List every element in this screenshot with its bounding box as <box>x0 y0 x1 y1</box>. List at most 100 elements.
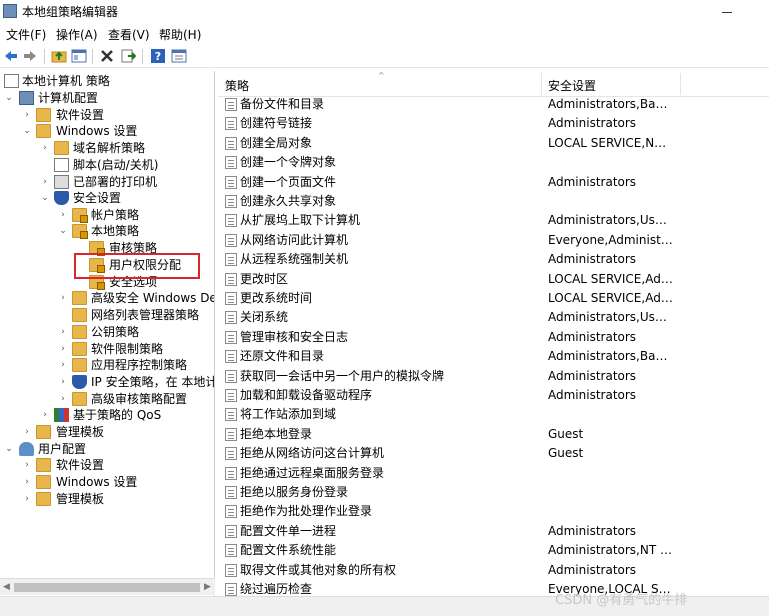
policy-row[interactable]: 创建永久共享对象 <box>218 192 769 211</box>
policy-row[interactable]: 拒绝作为批处理作业登录 <box>218 502 769 521</box>
policy-row[interactable]: 还原文件和目录 Administrators,Backup ... <box>218 347 769 366</box>
scrollbar-thumb[interactable] <box>14 583 200 592</box>
help-icon[interactable]: ? <box>150 48 166 64</box>
policy-row[interactable]: 加载和卸载设备驱动程序 Administrators <box>218 386 769 405</box>
policy-name: 从扩展坞上取下计算机 <box>240 213 361 228</box>
policy-row[interactable]: 配置文件系统性能 Administrators,NT SER... <box>218 541 769 560</box>
policy-name: 拒绝作为批处理作业登录 <box>240 504 373 519</box>
policy-row[interactable]: 更改时区 LOCAL SERVICE,Admini... <box>218 270 769 289</box>
policy-row[interactable]: 管理审核和安全日志 Administrators <box>218 328 769 347</box>
policy-doc-icon <box>4 74 19 88</box>
security-setting-value: Administrators <box>548 116 637 131</box>
security-setting-value: Administrators <box>548 562 637 577</box>
expand-arrow-icon[interactable]: › <box>40 141 50 155</box>
policy-item-icon <box>225 524 237 538</box>
collapse-arrow-icon[interactable]: ⌄ <box>4 91 14 105</box>
folder-icon <box>72 325 87 339</box>
expand-arrow-icon[interactable]: › <box>58 375 68 389</box>
policy-row[interactable]: 从网络访问此计算机 Everyone,Administrator... <box>218 231 769 250</box>
security-setting-value: Administrators <box>548 252 637 267</box>
expand-arrow-icon[interactable]: › <box>58 291 68 305</box>
policy-row[interactable]: 关闭系统 Administrators,Users,Ba... <box>218 308 769 327</box>
tree-label: 网络列表管理器策略 <box>91 308 200 322</box>
policy-item-icon <box>225 292 237 305</box>
collapse-arrow-icon[interactable]: ⌄ <box>22 124 32 138</box>
collapse-arrow-icon[interactable]: ⌄ <box>58 224 68 238</box>
menu-view[interactable]: 查看(V) <box>108 26 150 43</box>
policy-row[interactable]: 配置文件单一进程 Administrators <box>218 522 769 541</box>
delete-icon[interactable] <box>99 48 115 64</box>
policy-row[interactable]: 从远程系统强制关机 Administrators <box>218 250 769 269</box>
policy-row[interactable]: 拒绝以服务身份登录 <box>218 483 769 502</box>
expand-arrow-icon[interactable]: › <box>22 492 32 506</box>
export-icon[interactable] <box>120 48 137 64</box>
expand-arrow-icon[interactable]: › <box>22 475 32 489</box>
collapse-arrow-icon[interactable]: ⌄ <box>40 191 50 205</box>
policy-name: 将工作站添加到域 <box>240 407 337 422</box>
policy-item-icon <box>225 427 237 441</box>
column-divider[interactable] <box>541 73 542 95</box>
policy-item-icon <box>225 175 237 189</box>
tree-label: 公钥策略 <box>91 325 140 339</box>
policy-row[interactable]: 拒绝本地登录 Guest <box>218 425 769 444</box>
policy-row[interactable]: 创建符号链接 Administrators <box>218 114 769 133</box>
folder-icon <box>36 492 51 506</box>
scroll-left-arrow-icon[interactable]: ◀ <box>3 582 10 592</box>
folder-icon <box>36 124 51 138</box>
show-tree-icon[interactable] <box>71 48 87 64</box>
column-header-policy[interactable]: 策略 <box>225 77 249 94</box>
up-folder-icon[interactable] <box>51 48 67 64</box>
collapse-arrow-icon[interactable]: ⌄ <box>4 442 14 456</box>
expand-arrow-icon[interactable]: › <box>58 325 68 339</box>
expand-arrow-icon[interactable]: › <box>22 425 32 439</box>
expand-arrow-icon[interactable]: › <box>22 108 32 122</box>
policy-row[interactable]: 备份文件和目录 Administrators,Backup ... <box>218 95 769 114</box>
policy-row[interactable]: 更改系统时间 LOCAL SERVICE,Admini... <box>218 289 769 308</box>
expand-arrow-icon[interactable]: › <box>58 358 68 372</box>
tree-label: 管理模板 <box>56 492 105 506</box>
window-title: 本地组策略编辑器 <box>22 5 119 19</box>
security-setting-value: LOCAL SERVICE,Admini... <box>548 291 673 305</box>
menu-action[interactable]: 操作(A) <box>56 26 98 43</box>
policy-row[interactable]: 拒绝从网络访问这台计算机 Guest <box>218 444 769 463</box>
tree-label: 管理模板 <box>56 425 105 439</box>
policy-row[interactable]: 创建一个页面文件 Administrators <box>218 173 769 192</box>
expand-arrow-icon[interactable]: › <box>22 458 32 472</box>
folder-icon <box>36 108 51 122</box>
tree-label: 脚本(启动/关机) <box>73 158 159 172</box>
menu-file[interactable]: 文件(F) <box>6 26 46 43</box>
security-setting-value: LOCAL SERVICE,NETW... <box>548 135 673 150</box>
properties-icon[interactable] <box>171 48 187 64</box>
folder-icon <box>72 291 87 305</box>
watermark-text: CSDN @有勇气的牛排 <box>555 593 688 608</box>
policy-row[interactable]: 将工作站添加到域 <box>218 405 769 424</box>
policy-row[interactable]: 拒绝通过远程桌面服务登录 <box>218 464 769 483</box>
menu-help[interactable]: 帮助(H) <box>159 26 201 43</box>
expand-arrow-icon[interactable]: › <box>40 408 50 422</box>
scroll-right-arrow-icon[interactable]: ▶ <box>204 582 211 592</box>
minimize-button[interactable] <box>720 4 734 16</box>
column-header-setting[interactable]: 安全设置 <box>548 77 596 94</box>
expand-arrow-icon[interactable]: › <box>40 175 50 189</box>
policy-name: 拒绝以服务身份登录 <box>240 485 349 499</box>
security-setting-value: Guest <box>548 426 584 441</box>
forward-arrow-icon[interactable] <box>22 48 38 64</box>
policy-row[interactable]: 创建全局对象 LOCAL SERVICE,NETW... <box>218 134 769 153</box>
policy-name: 配置文件单一进程 <box>240 523 337 538</box>
toolbar: ? <box>0 44 769 68</box>
policy-row[interactable]: 取得文件或其他对象的所有权 Administrators <box>218 561 769 580</box>
policy-item-icon <box>225 330 237 344</box>
security-setting-value: Everyone,Administrator... <box>548 232 673 247</box>
tree-label: 软件限制策略 <box>91 342 164 356</box>
expand-arrow-icon[interactable]: › <box>58 208 68 222</box>
policy-row[interactable]: 从扩展坞上取下计算机 Administrators,Users <box>218 211 769 230</box>
tree-horizontal-scrollbar[interactable]: ◀ ▶ <box>0 578 215 595</box>
tree-label: 计算机配置 <box>38 91 99 105</box>
back-arrow-icon[interactable] <box>3 48 19 64</box>
expand-arrow-icon[interactable]: › <box>58 392 68 406</box>
column-divider[interactable] <box>680 73 681 95</box>
expand-arrow-icon[interactable]: › <box>58 342 68 356</box>
policy-row[interactable]: 获取同一会话中另一个用户的模拟令牌 Administrators <box>218 367 769 386</box>
policy-item-icon <box>225 136 237 150</box>
policy-row[interactable]: 创建一个令牌对象 <box>218 153 769 172</box>
